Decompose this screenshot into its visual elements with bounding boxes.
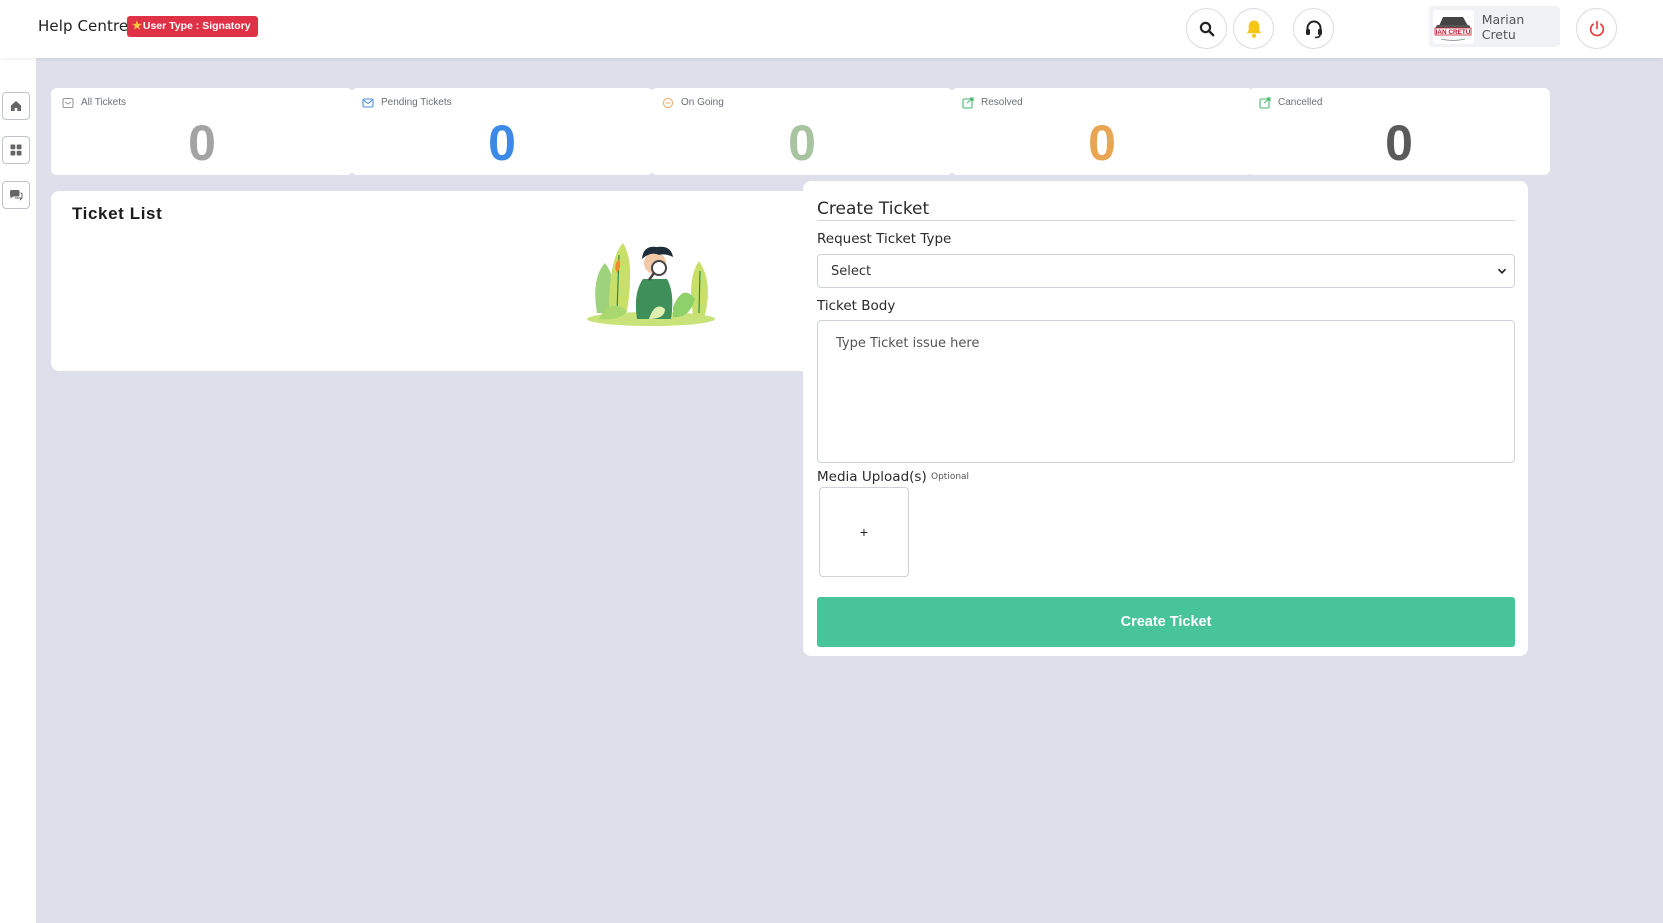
headset-icon	[1305, 20, 1322, 38]
main-content: All Tickets 0 Pending Tickets 0 On Going…	[36, 58, 1663, 923]
ticket-list-panel: Ticket List	[51, 191, 831, 371]
user-type-badge: ★User Type : Signatory	[127, 16, 258, 37]
grid-icon	[10, 144, 22, 156]
power-icon	[1589, 20, 1604, 36]
logout-button[interactable]	[1576, 8, 1617, 49]
chat-icon	[10, 190, 23, 201]
stat-value: 0	[188, 115, 216, 171]
resolved-icon	[962, 97, 974, 109]
stat-label: All Tickets	[81, 97, 127, 108]
search-icon	[1199, 21, 1214, 36]
user-profile-chip[interactable]: IAN CRETU Marian Cretu	[1429, 6, 1560, 47]
side-rail	[0, 58, 36, 923]
cancelled-icon	[1259, 97, 1271, 109]
stat-value: 0	[488, 115, 516, 171]
ticket-body-label: Ticket Body	[817, 298, 896, 314]
stat-card-all-tickets[interactable]: All Tickets 0	[51, 88, 353, 175]
stat-value: 0	[1088, 115, 1116, 171]
create-ticket-button[interactable]: Create Ticket	[817, 597, 1515, 647]
stat-label: Resolved	[981, 97, 1023, 108]
home-icon	[11, 101, 21, 111]
ticket-type-value: Select	[831, 264, 872, 279]
user-name: Marian Cretu	[1481, 11, 1525, 42]
divider	[817, 220, 1515, 221]
create-ticket-panel: Create Ticket Request Ticket Type Select…	[803, 181, 1528, 656]
star-icon: ★	[132, 20, 142, 32]
stat-value: 0	[1385, 115, 1413, 171]
stat-label: On Going	[681, 97, 724, 108]
optional-label: Optional	[931, 472, 970, 482]
ticket-type-select[interactable]: Select	[817, 254, 1515, 288]
ticket-type-label: Request Ticket Type	[817, 231, 952, 247]
svg-text:IAN CRETU: IAN CRETU	[1436, 29, 1471, 36]
stat-value: 0	[788, 115, 816, 171]
chat-nav-button[interactable]	[2, 181, 30, 209]
stat-card-on-going[interactable]: On Going 0	[651, 88, 953, 175]
top-header: Help Centre ★User Type : Signatory IAN C…	[0, 0, 1663, 58]
envelope-icon	[362, 98, 374, 108]
stat-card-resolved[interactable]: Resolved 0	[951, 88, 1253, 175]
stat-label: Cancelled	[1278, 97, 1323, 108]
ongoing-icon	[662, 97, 674, 109]
stat-label: Pending Tickets	[381, 97, 452, 108]
media-upload-button[interactable]: +	[819, 487, 909, 577]
search-button[interactable]	[1186, 8, 1227, 49]
stat-card-pending-tickets[interactable]: Pending Tickets 0	[351, 88, 653, 175]
create-ticket-title: Create Ticket	[817, 199, 930, 219]
media-upload-label: Media Upload(s)	[817, 469, 927, 485]
user-type-label: User Type : Signatory	[142, 20, 251, 32]
home-nav-button[interactable]	[2, 92, 30, 120]
chevron-down-icon	[1497, 268, 1507, 274]
stat-card-cancelled[interactable]: Cancelled 0	[1248, 88, 1550, 175]
ticket-body-placeholder: Type Ticket issue here	[836, 336, 980, 351]
ticket-list-title: Ticket List	[72, 204, 163, 223]
notifications-button[interactable]	[1233, 8, 1274, 49]
empty-state-illustration	[587, 243, 715, 326]
dashboard-nav-button[interactable]	[2, 136, 30, 164]
bell-icon	[1246, 20, 1261, 38]
page-title: Help Centre	[38, 17, 129, 35]
support-button[interactable]	[1293, 8, 1334, 49]
ticket-body-textarea[interactable]: Type Ticket issue here	[817, 320, 1515, 463]
avatar: IAN CRETU	[1433, 9, 1474, 44]
ticket-icon	[62, 97, 74, 109]
